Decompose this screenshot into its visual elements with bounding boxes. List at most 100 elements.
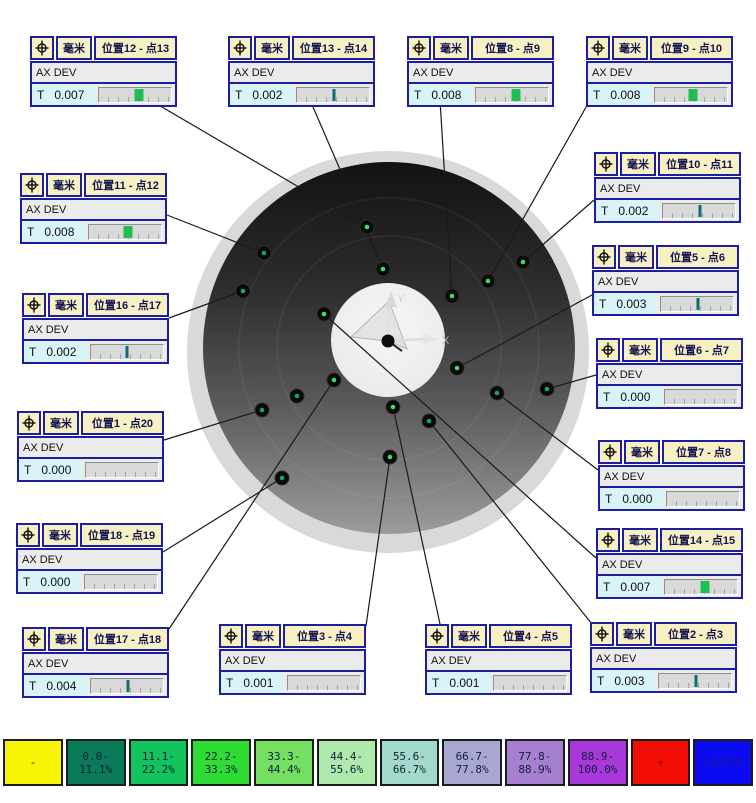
dimension-callout[interactable]: 毫米 位置4 - 点5 AX DEV T 0.001 (425, 624, 572, 695)
axis-dev-label: AX DEV (24, 654, 167, 675)
position-symbol-icon (425, 624, 449, 648)
unit-label: 毫米 (612, 36, 648, 60)
deviation-bar-wrap (663, 488, 743, 509)
callout-body: AX DEV T 0.002 (594, 177, 741, 223)
origin-marker (382, 335, 395, 348)
tolerance-row: T 0.008 (588, 84, 731, 105)
callout-title: 位置4 - 点5 (489, 624, 572, 648)
dimension-callout[interactable]: 毫米 位置1 - 点20 AX DEV T 0.000 (17, 411, 164, 482)
axis-dev-label: AX DEV (598, 555, 741, 576)
tolerance-row: T 0.000 (598, 386, 741, 407)
unit-label: 毫米 (42, 523, 78, 547)
deviation-bar-wrap (87, 675, 167, 696)
deviation-bar-wrap (85, 221, 165, 242)
unit-label: 毫米 (254, 36, 290, 60)
dimension-callout[interactable]: 毫米 位置11 - 点12 AX DEV T 0.008 (20, 173, 167, 244)
position-symbol-icon (228, 36, 252, 60)
callout-body: AX DEV T 0.008 (407, 61, 554, 107)
callout-title: 位置9 - 点10 (650, 36, 733, 60)
deviation-bar (660, 296, 734, 312)
legend-range-line1: 77.8- (518, 750, 551, 763)
deviation-bar (658, 673, 732, 689)
position-symbol-icon (20, 173, 44, 197)
dimension-callout[interactable]: 毫米 位置7 - 点8 AX DEV T 0.000 (598, 440, 745, 511)
callout-title: 位置14 - 点15 (660, 528, 743, 552)
legend-range-line2: 55.6% (330, 763, 363, 776)
measured-feature-point (516, 255, 530, 269)
axis-dev-label: AX DEV (600, 467, 743, 488)
callout-header: 毫米 位置5 - 点6 (592, 245, 739, 269)
legend-range-line1: 88.9- (581, 750, 614, 763)
deviation-bar (664, 579, 738, 595)
position-symbol-icon (22, 627, 46, 651)
callout-header: 毫米 位置1 - 点20 (17, 411, 164, 435)
dimension-callout[interactable]: 毫米 位置5 - 点6 AX DEV T 0.003 (592, 245, 739, 316)
dimension-callout[interactable]: 毫米 位置3 - 点4 AX DEV T 0.001 (219, 624, 366, 695)
legend-range-line2: 100.0% (578, 763, 618, 776)
position-symbol-icon (596, 528, 620, 552)
axis-dev-label: AX DEV (221, 651, 364, 672)
deviation-bar (296, 87, 370, 103)
dimension-callout[interactable]: 毫米 位置6 - 点7 AX DEV T 0.000 (596, 338, 743, 409)
tolerance-row: T 0.004 (24, 675, 167, 696)
measured-feature-point (290, 389, 304, 403)
legend-range-line1: LIMITS (703, 756, 743, 769)
tolerance-row: T 0.003 (592, 670, 735, 691)
measured-feature-point (386, 400, 400, 414)
dimension-callout[interactable]: 毫米 位置18 - 点19 AX DEV T 0.000 (16, 523, 163, 594)
callout-header: 毫米 位置7 - 点8 (598, 440, 745, 464)
tolerance-cell: T 0.000 (19, 459, 82, 480)
deviation-bar-wrap (95, 84, 175, 105)
callout-header: 毫米 位置2 - 点3 (590, 622, 737, 646)
deviation-marker (699, 205, 702, 217)
callout-body: AX DEV T 0.007 (596, 553, 743, 599)
dimension-callout[interactable]: 毫米 位置14 - 点15 AX DEV T 0.007 (596, 528, 743, 599)
dimension-callout[interactable]: 毫米 位置17 - 点18 AX DEV T 0.004 (22, 627, 169, 698)
legend-range-line1: 11.1- (142, 750, 175, 763)
measured-feature-point (490, 386, 504, 400)
tolerance-value: 0.002 (252, 88, 282, 102)
deviation-bar-wrap (284, 672, 364, 693)
dimension-callout[interactable]: 毫米 位置9 - 点10 AX DEV T 0.008 (586, 36, 733, 107)
unit-label: 毫米 (620, 152, 656, 176)
deviation-bar (98, 87, 172, 103)
dimension-callout[interactable]: 毫米 位置10 - 点11 AX DEV T 0.002 (594, 152, 741, 223)
callout-title: 位置2 - 点3 (654, 622, 737, 646)
dimension-callout[interactable]: 毫米 位置16 - 点17 AX DEV T 0.002 (22, 293, 169, 364)
deviation-bar (654, 87, 728, 103)
legend-range-line2: 88.9% (518, 763, 551, 776)
callout-header: 毫米 位置9 - 点10 (586, 36, 733, 60)
deviation-marker (689, 89, 698, 101)
tolerance-cell: T 0.001 (221, 672, 284, 693)
legend-cell: 11.1-22.2% (129, 739, 189, 786)
position-symbol-icon (596, 338, 620, 362)
deviation-marker (700, 581, 709, 593)
tolerance-cell: T 0.001 (427, 672, 490, 693)
position-symbol-icon (407, 36, 431, 60)
deviation-marker (697, 298, 700, 310)
callout-title: 位置10 - 点11 (658, 152, 741, 176)
legend-cell: 88.9-100.0% (568, 739, 628, 786)
tolerance-label: T (603, 580, 610, 594)
measured-feature-point (540, 382, 554, 396)
unit-label: 毫米 (245, 624, 281, 648)
callout-header: 毫米 位置10 - 点11 (594, 152, 741, 176)
unit-label: 毫米 (451, 624, 487, 648)
dimension-callout[interactable]: 毫米 位置13 - 点14 AX DEV T 0.002 (228, 36, 375, 107)
tolerance-row: T 0.002 (24, 341, 167, 362)
y-axis-label: Y (397, 293, 405, 305)
deviation-marker (695, 675, 698, 687)
position-symbol-icon (22, 293, 46, 317)
axis-dev-label: AX DEV (598, 365, 741, 386)
dimension-callout[interactable]: 毫米 位置12 - 点13 AX DEV T 0.007 (30, 36, 177, 107)
callout-body: AX DEV T 0.001 (425, 649, 572, 695)
dimension-callout[interactable]: 毫米 位置2 - 点3 AX DEV T 0.003 (590, 622, 737, 693)
deviation-bar-wrap (490, 672, 570, 693)
callout-body: AX DEV T 0.003 (592, 270, 739, 316)
tolerance-label: T (29, 345, 36, 359)
tolerance-label: T (235, 88, 242, 102)
tolerance-value: 0.001 (243, 676, 273, 690)
callout-title: 位置8 - 点9 (471, 36, 554, 60)
deviation-marker (135, 89, 144, 101)
dimension-callout[interactable]: 毫米 位置8 - 点9 AX DEV T 0.008 (407, 36, 554, 107)
